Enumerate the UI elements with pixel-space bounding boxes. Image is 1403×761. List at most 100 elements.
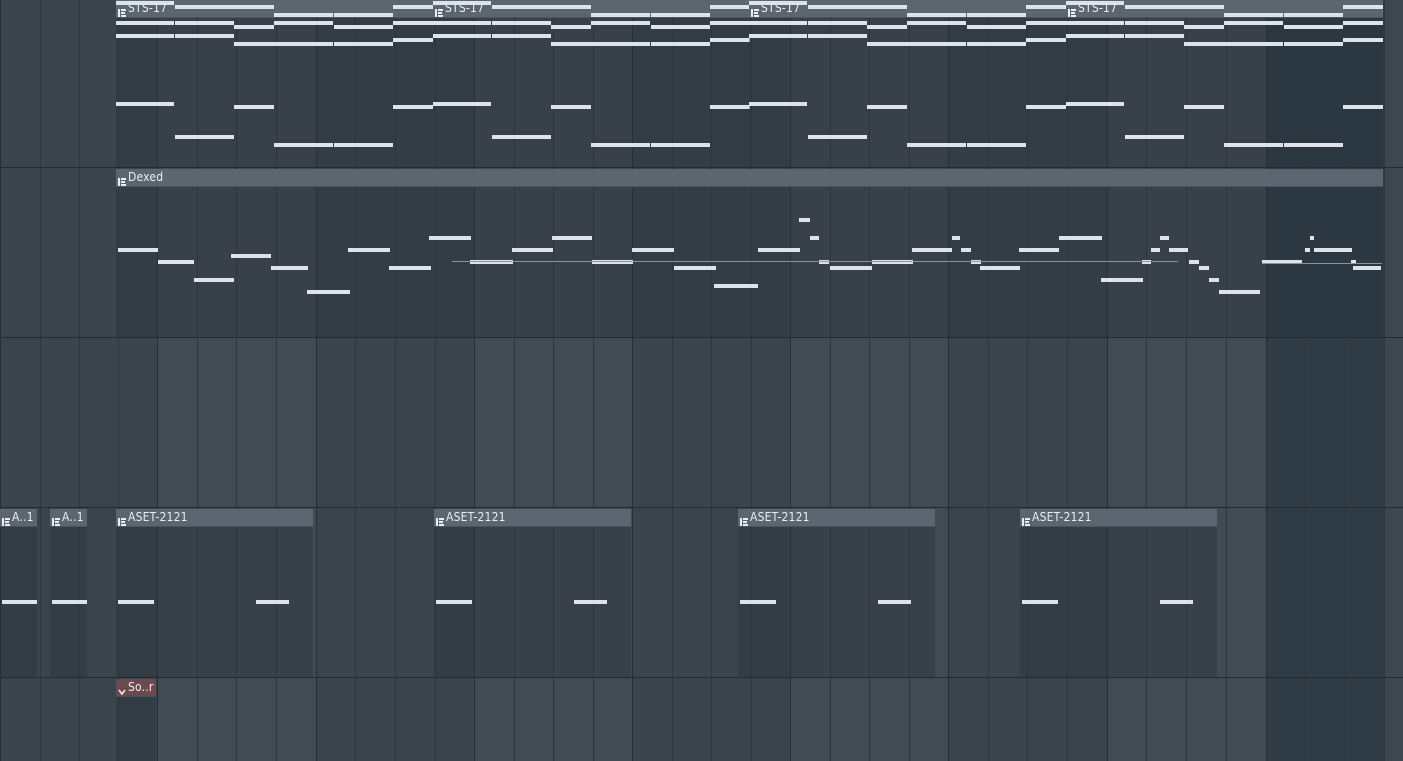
note	[393, 38, 433, 42]
note	[651, 42, 710, 46]
clip-header[interactable]: ASET-2121	[116, 509, 313, 527]
track-divider	[0, 507, 1403, 508]
pattern-clip[interactable]: STS-17	[749, 0, 1066, 167]
note	[1160, 236, 1169, 240]
clip-header[interactable]: ASET-2121	[1020, 509, 1217, 527]
note	[878, 600, 911, 604]
note	[749, 102, 807, 106]
note	[234, 105, 274, 109]
note	[830, 266, 872, 270]
note	[1314, 248, 1352, 252]
note	[591, 42, 650, 46]
note	[1219, 290, 1260, 294]
clip-header[interactable]: A..1	[50, 509, 87, 527]
note	[651, 25, 710, 29]
note	[492, 34, 551, 38]
grid-line	[40, 0, 41, 761]
note	[674, 266, 716, 270]
note	[1284, 143, 1343, 147]
note	[1026, 5, 1066, 9]
note	[118, 248, 158, 252]
note	[393, 105, 433, 109]
note	[967, 25, 1026, 29]
note	[256, 600, 289, 604]
pattern-clip[interactable]: STS-17	[116, 0, 433, 167]
note	[552, 236, 592, 240]
clip-title: A..1	[12, 510, 34, 524]
note	[710, 21, 750, 25]
pattern-clip[interactable]: STS-17	[433, 0, 750, 167]
note	[334, 143, 393, 147]
note	[492, 5, 551, 9]
track-divider	[0, 167, 1403, 168]
pattern-clip[interactable]: Dexed	[116, 169, 1383, 337]
note	[967, 143, 1026, 147]
pattern-clip[interactable]: STS-17	[1066, 0, 1383, 167]
note	[492, 21, 551, 25]
note	[810, 236, 819, 240]
pattern-clip-icon	[1022, 512, 1030, 526]
note	[1189, 260, 1199, 264]
chevron-down-icon	[118, 682, 126, 696]
note	[867, 25, 907, 29]
clip-header[interactable]: ASET-2121	[738, 509, 935, 527]
note	[1343, 21, 1383, 25]
note	[714, 284, 758, 288]
note	[808, 5, 867, 9]
note	[1184, 42, 1224, 46]
clip-title: Dexed	[128, 170, 164, 184]
note	[433, 21, 491, 25]
track-divider	[0, 337, 1403, 338]
note	[234, 5, 274, 9]
note	[234, 42, 274, 46]
grid-band	[1384, 0, 1403, 761]
clip-title: ASET-2121	[446, 510, 506, 524]
note	[551, 5, 591, 9]
note	[429, 236, 471, 240]
note	[1209, 278, 1219, 282]
slide-line	[1262, 263, 1382, 264]
clip-header[interactable]: A..1	[0, 509, 37, 527]
slide-line	[452, 261, 1178, 262]
grid-line	[1384, 0, 1385, 761]
note	[1066, 1, 1124, 5]
note	[116, 102, 174, 106]
note	[1160, 600, 1193, 604]
clip-header[interactable]: ASET-2121	[434, 509, 631, 527]
note	[334, 42, 393, 46]
note	[1022, 600, 1058, 604]
pattern-clip[interactable]: ASET-2121	[1020, 509, 1217, 677]
note	[651, 143, 710, 147]
playlist-grid[interactable]: STS-17 STS-17 STS-17 STS-17 Dexed A..1 A..1 ASE…	[0, 0, 1403, 761]
note	[808, 135, 867, 139]
note	[274, 13, 333, 17]
note	[1101, 278, 1143, 282]
note	[1026, 38, 1066, 42]
clip-title: So..r	[128, 680, 154, 694]
clip-header[interactable]: Dexed	[116, 169, 1383, 187]
note	[118, 600, 154, 604]
pattern-clip[interactable]: ASET-2121	[738, 509, 935, 677]
note	[1353, 266, 1381, 270]
note	[967, 42, 1026, 46]
pattern-clip[interactable]: A..1	[0, 509, 37, 677]
pattern-clip[interactable]: ASET-2121	[116, 509, 313, 677]
note	[1224, 42, 1283, 46]
note	[1184, 25, 1224, 29]
audio-clip[interactable]: So..r	[116, 679, 156, 761]
note	[1184, 105, 1224, 109]
note	[967, 13, 1026, 17]
clip-header[interactable]: So..r	[116, 679, 156, 697]
note	[749, 1, 807, 5]
note	[175, 5, 234, 9]
note	[1199, 266, 1209, 270]
note	[961, 248, 971, 252]
note	[194, 278, 234, 282]
pattern-clip[interactable]: A..1	[50, 509, 87, 677]
clip-title: ASET-2121	[128, 510, 188, 524]
pattern-clip[interactable]: ASET-2121	[434, 509, 631, 677]
note	[393, 5, 433, 9]
note	[307, 290, 350, 294]
note	[591, 143, 650, 147]
note	[274, 21, 333, 25]
